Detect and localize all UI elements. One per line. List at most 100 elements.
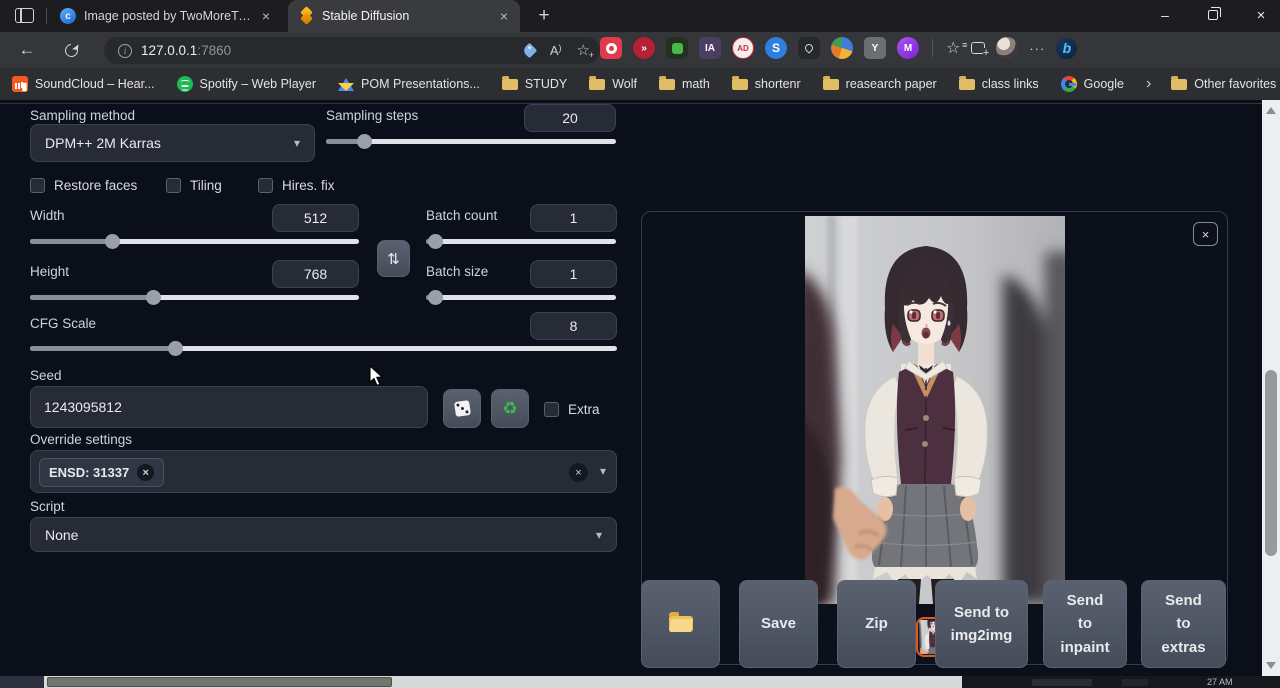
- bookmark-spotify[interactable]: Spotify – Web Player: [177, 76, 317, 92]
- add-favorite-icon[interactable]: ☆: [577, 43, 590, 58]
- batch-size-slider[interactable]: [426, 295, 616, 300]
- send-to-img2img-button[interactable]: Send to img2img: [935, 580, 1028, 668]
- send-to-extras-button[interactable]: Send to extras: [1141, 580, 1226, 668]
- extension-ia-icon[interactable]: IA: [699, 37, 721, 59]
- hires-fix-checkbox[interactable]: [258, 178, 273, 193]
- shopping-tag-icon[interactable]: [522, 43, 538, 59]
- restore-faces-checkbox[interactable]: [30, 178, 45, 193]
- horizontal-scrollbar-thumb[interactable]: [47, 677, 392, 687]
- sampling-steps-slider[interactable]: [326, 139, 616, 144]
- tab-image-posted[interactable]: c Image posted by TwoMoreTimes ×: [50, 0, 282, 32]
- cfg-scale-input[interactable]: 8: [530, 312, 617, 340]
- send-to-inpaint-button[interactable]: Send to inpaint: [1043, 580, 1127, 668]
- random-seed-button[interactable]: [443, 389, 481, 428]
- seed-input[interactable]: [30, 386, 428, 428]
- extension-fastforward-icon[interactable]: »: [633, 37, 655, 59]
- chevron-down-icon: ▾: [596, 528, 602, 542]
- browser-menu-icon[interactable]: ···: [1029, 41, 1045, 56]
- window-minimize-button[interactable]: –: [1143, 0, 1187, 30]
- height-slider[interactable]: [30, 295, 359, 300]
- batch-size-input[interactable]: 1: [530, 260, 617, 288]
- bookmark-soundcloud[interactable]: SoundCloud – Hear...: [12, 76, 155, 92]
- bookmark-folder-study[interactable]: STUDY: [502, 77, 567, 91]
- screen: c Image posted by TwoMoreTimes × Stable …: [0, 0, 1280, 688]
- width-input[interactable]: 512: [272, 204, 359, 232]
- height-input[interactable]: 768: [272, 260, 359, 288]
- clear-all-icon[interactable]: ×: [569, 463, 588, 482]
- batch-count-slider[interactable]: [426, 239, 616, 244]
- new-tab-button[interactable]: +: [532, 4, 556, 28]
- sampling-steps-input[interactable]: 20: [524, 104, 616, 132]
- cfg-scale-slider[interactable]: [30, 346, 617, 351]
- extension-green-icon[interactable]: [666, 37, 688, 59]
- tab-actions-icon[interactable]: [15, 8, 34, 23]
- generated-image[interactable]: [805, 216, 1065, 604]
- scrollbar-thumb[interactable]: [1265, 370, 1277, 556]
- back-button[interactable]: ←: [14, 37, 40, 63]
- tab1-close-icon[interactable]: ×: [260, 8, 272, 24]
- gallery-close-button[interactable]: ×: [1193, 222, 1218, 246]
- collections-icon[interactable]: [971, 42, 985, 54]
- tab-stable-diffusion[interactable]: Stable Diffusion ×: [288, 0, 520, 32]
- extra-seed-label: Extra: [568, 402, 600, 417]
- slider-handle[interactable]: [105, 234, 120, 249]
- chip-remove-icon[interactable]: ×: [137, 464, 154, 481]
- extension-globe-icon[interactable]: [831, 37, 853, 59]
- script-dropdown[interactable]: None ▾: [30, 517, 617, 552]
- bookmarks-overflow-chevron[interactable]: ›: [1146, 75, 1151, 93]
- override-chip[interactable]: ENSD: 31337 ×: [39, 458, 164, 487]
- extra-seed-checkbox[interactable]: [544, 402, 559, 417]
- swap-dimensions-button[interactable]: ⇅: [377, 240, 410, 277]
- tiling-checkbox[interactable]: [166, 178, 181, 193]
- bookmark-folder-wolf[interactable]: Wolf: [589, 77, 637, 91]
- profile-avatar[interactable]: [996, 37, 1018, 59]
- sampling-method-value: DPM++ 2M Karras: [45, 135, 161, 151]
- reuse-seed-button[interactable]: ♻: [491, 389, 529, 428]
- save-button[interactable]: Save: [739, 580, 818, 668]
- height-label: Height: [30, 264, 69, 279]
- chevron-down-icon: ▾: [294, 136, 300, 150]
- address-bar[interactable]: i 127.0.0.1 :7860 A) ☆: [104, 37, 600, 64]
- extension-shazam-icon[interactable]: S: [765, 37, 787, 59]
- batch-count-input[interactable]: 1: [530, 204, 617, 232]
- bookmark-folder-shortenr[interactable]: shortenr: [732, 77, 801, 91]
- override-chip-label: ENSD: 31337: [49, 465, 129, 480]
- address-host: 127.0.0.1: [141, 43, 197, 58]
- scroll-down-icon[interactable]: [1266, 662, 1276, 669]
- zip-button[interactable]: Zip: [837, 580, 916, 668]
- bookmark-folder-classlinks[interactable]: class links: [959, 77, 1039, 91]
- read-aloud-icon[interactable]: A): [550, 43, 562, 58]
- horizontal-scrollbar[interactable]: 27 AM: [0, 676, 1280, 688]
- scroll-up-icon[interactable]: [1266, 107, 1276, 114]
- favorites-hub-icon[interactable]: ☆: [946, 38, 960, 58]
- extension-medal-icon[interactable]: M: [897, 37, 919, 59]
- width-slider[interactable]: [30, 239, 359, 244]
- extension-adblock-icon[interactable]: AD: [732, 37, 754, 59]
- sampling-method-dropdown[interactable]: DPM++ 2M Karras ▾: [30, 124, 315, 162]
- extension-y-icon[interactable]: Y: [864, 37, 886, 59]
- site-info-icon[interactable]: i: [118, 44, 132, 58]
- slider-handle[interactable]: [428, 234, 443, 249]
- extension-o-icon[interactable]: [600, 37, 622, 59]
- slider-handle[interactable]: [428, 290, 443, 305]
- open-folder-button[interactable]: [641, 580, 720, 668]
- slider-handle[interactable]: [146, 290, 161, 305]
- override-settings-multiselect[interactable]: ENSD: 31337 × × ▾: [30, 450, 617, 493]
- refresh-button[interactable]: [58, 37, 84, 63]
- slider-handle[interactable]: [357, 134, 372, 149]
- tab2-close-icon[interactable]: ×: [498, 8, 510, 24]
- window-close-button[interactable]: ×: [1239, 0, 1280, 30]
- chevron-down-icon[interactable]: ▾: [600, 464, 606, 478]
- bookmark-folder-research[interactable]: reasearch paper: [823, 77, 937, 91]
- bookmark-pom[interactable]: POM Presentations...: [338, 77, 480, 91]
- slider-handle[interactable]: [168, 341, 183, 356]
- bookmark-other-favorites[interactable]: Other favorites: [1171, 77, 1276, 91]
- vertical-scrollbar[interactable]: [1262, 100, 1280, 676]
- google-drive-icon: [338, 78, 354, 91]
- extension-pin-icon[interactable]: [798, 37, 820, 59]
- window-restore-button[interactable]: [1191, 0, 1235, 30]
- bookmark-google[interactable]: Google: [1061, 76, 1124, 92]
- bookmark-folder-math[interactable]: math: [659, 77, 710, 91]
- bing-chat-icon[interactable]: b: [1056, 38, 1077, 59]
- script-label: Script: [30, 499, 65, 514]
